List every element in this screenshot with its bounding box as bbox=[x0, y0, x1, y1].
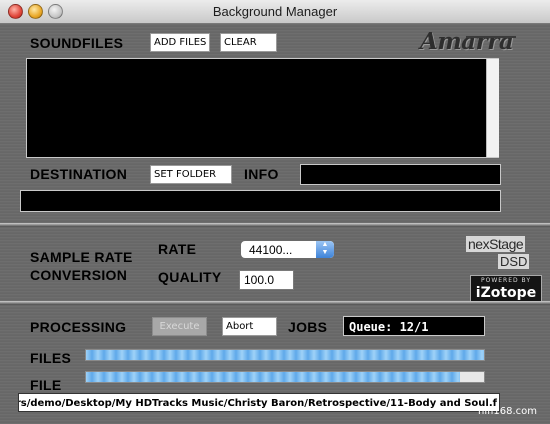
soundfiles-scrollbar[interactable] bbox=[486, 59, 499, 157]
izotope-logo: POWERED BY iZotope bbox=[470, 275, 542, 302]
set-folder-button[interactable]: SET FOLDER bbox=[150, 165, 232, 184]
rate-label: RATE bbox=[158, 241, 197, 257]
sample-rate-label-line2: CONVERSION bbox=[30, 267, 128, 283]
soundfiles-label: SOUNDFILES bbox=[30, 35, 124, 51]
section-divider-2 bbox=[0, 301, 550, 305]
quality-input[interactable]: 100.0 bbox=[239, 270, 294, 290]
queue-status: Queue: 12/1 bbox=[343, 316, 485, 336]
rate-select[interactable]: 44100... ▲ ▼ bbox=[240, 240, 335, 259]
section-divider-1 bbox=[0, 223, 550, 227]
info-label: INFO bbox=[244, 166, 279, 182]
watermark-text: hifi168.com bbox=[478, 406, 538, 417]
file-progress-bar bbox=[85, 371, 485, 383]
files-label: FILES bbox=[30, 350, 72, 366]
sample-rate-label-line1: SAMPLE RATE bbox=[30, 249, 133, 265]
abort-button[interactable]: Abort bbox=[222, 317, 277, 336]
window-title: Background Manager bbox=[212, 4, 338, 19]
files-progress-fill bbox=[86, 350, 484, 360]
info-field bbox=[300, 164, 501, 185]
current-file-path: sers/demo/Desktop/My HDTracks Music/Chri… bbox=[18, 393, 500, 412]
jobs-label: JOBS bbox=[288, 319, 328, 335]
background-manager-window: Background Manager SOUNDFILES ADD FILES … bbox=[0, 0, 550, 424]
amarra-logo: Amarra bbox=[420, 28, 514, 55]
add-files-button[interactable]: ADD FILES bbox=[150, 33, 211, 52]
files-progress-bar bbox=[85, 349, 485, 361]
rate-value: 44100... bbox=[249, 243, 293, 257]
dsd-logo: DSD bbox=[498, 254, 530, 269]
izotope-text: iZotope bbox=[475, 285, 537, 301]
quality-label: QUALITY bbox=[158, 269, 222, 285]
destination-label: DESTINATION bbox=[30, 166, 128, 182]
powered-by-text: POWERED BY bbox=[480, 277, 531, 284]
up-down-arrows-icon: ▲ ▼ bbox=[316, 241, 334, 258]
destination-path-field bbox=[20, 190, 501, 212]
title-bar[interactable]: Background Manager bbox=[0, 0, 550, 24]
amarra-logo-underline bbox=[466, 36, 516, 38]
current-file-path-text: sers/demo/Desktop/My HDTracks Music/Chri… bbox=[18, 398, 497, 409]
soundfiles-list[interactable] bbox=[26, 58, 499, 158]
execute-button[interactable]: Execute bbox=[152, 317, 207, 336]
processing-label: PROCESSING bbox=[30, 319, 127, 335]
file-label: FILE bbox=[30, 377, 62, 393]
file-progress-fill bbox=[86, 372, 461, 382]
clear-button[interactable]: CLEAR bbox=[220, 33, 277, 52]
nexstage-logo: nexStage bbox=[466, 236, 526, 252]
